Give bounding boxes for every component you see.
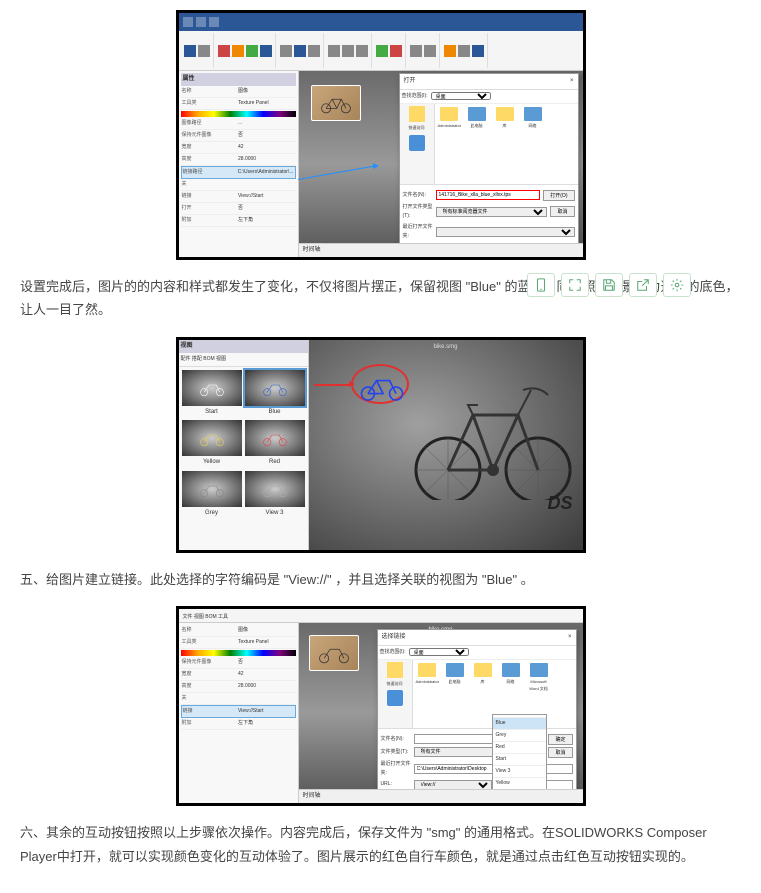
ds-logo: DS (547, 487, 572, 519)
save-icon[interactable] (595, 273, 623, 297)
screenshot-1-app-window: 属性 名称图像 工具类Texture Panel 图像路径... 保持元件图像否… (176, 10, 586, 260)
dialog-title: 打开 (404, 76, 416, 87)
views-title: 视图 (179, 340, 308, 353)
paragraph-2: 五、给图片建立链接。此处选择的字符编码是 "View://" ，并且选择关联的视… (20, 568, 741, 591)
open-button[interactable]: 打开(O) (543, 190, 574, 201)
close-icon[interactable]: × (568, 632, 572, 643)
filetype-dropdown[interactable]: 所有标准阅览器文件 (436, 207, 548, 217)
view-grey[interactable]: Grey (182, 471, 242, 519)
link-property-row: 链接View://Start (181, 705, 296, 718)
views-panel: 视图 配件 搭配 BOM 视图 Start Blue Yellow Red Gr… (179, 340, 309, 550)
timeline-bar: 时间轴 (299, 243, 583, 257)
ribbon-toolbar (179, 31, 583, 71)
bike-thumbnail (311, 85, 361, 121)
view-red[interactable]: Red (245, 420, 305, 468)
canvas-viewport-2: bike.smg DS (309, 340, 583, 550)
paragraph-3: 六、其余的互动按钮按照以上步骤依次操作。内容完成后，保存文件为 "smg" 的通… (20, 821, 741, 868)
properties-panel-3: 名称图像 工具类Texture Panel 保持元件图像否 宽度42 高度28.… (179, 623, 299, 803)
highlighted-property-row: 链接路径C:\Users\Administrator\... (181, 166, 296, 179)
quick-access-icon (409, 106, 425, 122)
tabs-bar: 文件 视图 BOM 工具 (179, 609, 583, 623)
screenshot-2-views: 视图 配件 搭配 BOM 视图 Start Blue Yellow Red Gr… (176, 337, 586, 553)
large-bike-render (403, 360, 573, 507)
location-dropdown[interactable]: 桌面 (431, 92, 491, 100)
mobile-icon[interactable] (527, 273, 555, 297)
cancel-button[interactable]: 取消 (550, 206, 574, 217)
canvas-viewport: bike.smg 打开 × 查找范围(I): 桌面 快速 (299, 71, 583, 257)
open-file-dialog: 打开 × 查找范围(I): 桌面 快速访问 Administrator 此电脑 (399, 73, 579, 247)
red-highlight-circle (351, 364, 409, 404)
view-start[interactable]: Start (182, 370, 242, 418)
canvas-viewport-3: bike.smg 选择链接 × 查找范围(I): 桌面 快速访问 (299, 623, 583, 803)
properties-title: 属性 (181, 73, 296, 86)
filename-input[interactable] (436, 190, 541, 200)
timeline-bar-3: 时间轴 (299, 789, 583, 803)
expand-icon[interactable] (561, 273, 589, 297)
app-titlebar (179, 13, 583, 31)
view-blue[interactable]: Blue (245, 370, 305, 418)
properties-panel: 属性 名称图像 工具类Texture Panel 图像路径... 保持元件图像否… (179, 71, 299, 257)
cancel-button[interactable]: 取消 (548, 747, 572, 758)
recent-dropdown[interactable] (436, 227, 575, 237)
link-dialog: 选择链接 × 查找范围(I): 桌面 快速访问 Administrator 此 (377, 629, 577, 796)
view-3[interactable]: View 3 (245, 471, 305, 519)
floating-toolbar (527, 273, 691, 297)
share-icon[interactable] (629, 273, 657, 297)
ok-button[interactable]: 确定 (548, 734, 572, 745)
close-icon[interactable]: × (570, 76, 574, 87)
view-dropdown-list[interactable]: Blue Grey Red Start View 3 Yellow (492, 714, 547, 791)
gear-icon[interactable] (663, 273, 691, 297)
screenshot-3-link-dialog: 文件 视图 BOM 工具 名称图像 工具类Texture Panel 保持元件图… (176, 606, 586, 806)
view-yellow[interactable]: Yellow (182, 420, 242, 468)
